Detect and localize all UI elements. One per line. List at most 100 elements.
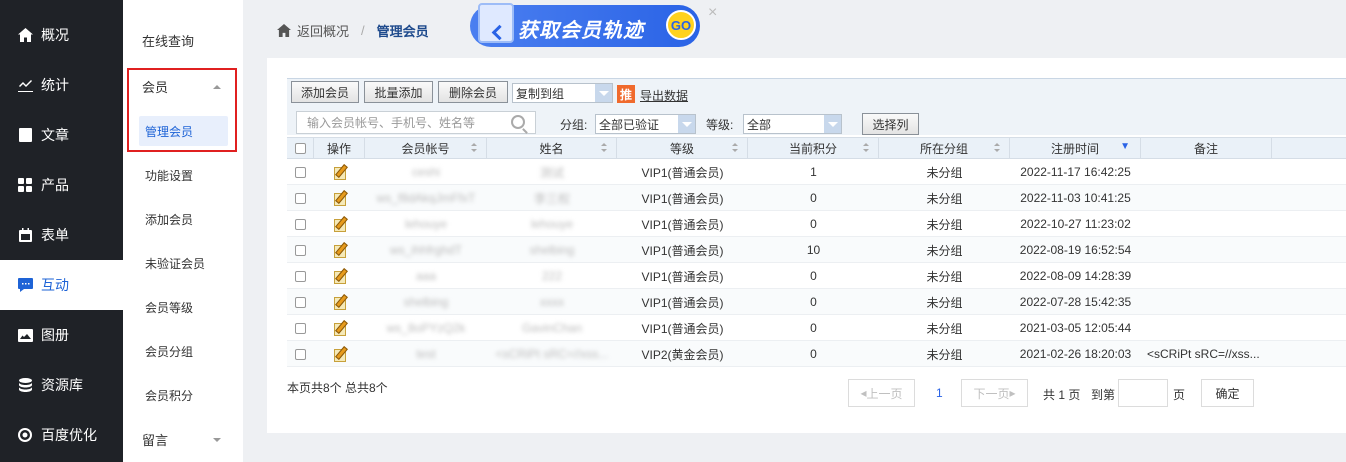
cell-level-text: VIP1(普通会员) [641, 243, 724, 258]
submenu-online-query[interactable]: 在线查询 [123, 25, 243, 55]
banner-text: 获取会员轨迹 [518, 20, 644, 42]
search-icon[interactable] [511, 115, 525, 129]
submenu-item-settings[interactable]: 功能设置 [123, 160, 243, 190]
cell-account-text: test [416, 347, 436, 361]
col-header-reg-time[interactable]: 注册时间 ▼ [1010, 138, 1141, 158]
row-checkbox[interactable] [295, 270, 306, 282]
edit-icon[interactable] [333, 243, 347, 258]
nav-label: 百度优化 [41, 427, 97, 443]
sort-icon [601, 143, 608, 153]
cell-note-text: <sCRiPt sRC=//xss... [1147, 347, 1260, 361]
submenu-item-unverified[interactable]: 未验证会员 [123, 248, 243, 278]
col-header-level[interactable]: 等级 [617, 138, 748, 158]
row-select-cell [287, 289, 314, 315]
promo-banner[interactable]: 获取会员轨迹 GO [470, 3, 700, 47]
goto-page-input[interactable] [1118, 379, 1168, 407]
nav-item-album[interactable]: 图册 [0, 310, 123, 360]
select-columns-button[interactable]: 选择列 [862, 113, 919, 135]
batch-add-button[interactable]: 批量添加 [364, 81, 433, 103]
cell-name: xxxx [487, 289, 617, 315]
next-page-button[interactable]: 下一页 ▸ [961, 379, 1028, 407]
col-header-account[interactable]: 会员帐号 [365, 138, 487, 158]
submenu-group-label: 留言 [142, 432, 169, 448]
nav-item-forms[interactable]: 表单 [0, 210, 123, 260]
cell-account: ws_f8dAkqJmFfxT [365, 185, 487, 211]
submenu-item-groups[interactable]: 会员分组 [123, 336, 243, 366]
row-action-cell [314, 237, 365, 263]
confirm-button[interactable]: 确定 [1201, 379, 1254, 407]
row-checkbox[interactable] [295, 192, 306, 204]
cell-note [1141, 185, 1272, 211]
banner-go-button[interactable]: GO [666, 10, 696, 40]
sort-icon [471, 143, 478, 153]
nav-item-overview[interactable]: 概况 [0, 10, 123, 60]
col-header-name[interactable]: 姓名 [487, 138, 617, 158]
edit-icon[interactable] [333, 165, 347, 180]
submenu-message-group[interactable]: 留言 [123, 424, 243, 454]
edit-icon[interactable] [333, 191, 347, 206]
submenu-item-add-member[interactable]: 添加会员 [123, 204, 243, 234]
nav-item-articles[interactable]: 文章 [0, 110, 123, 160]
row-checkbox[interactable] [295, 244, 306, 256]
cell-points: 0 [748, 341, 879, 367]
nav-item-resources[interactable]: 资源库 [0, 360, 123, 410]
delete-member-button[interactable]: 删除会员 [438, 81, 508, 103]
cell-group-text: 未分组 [926, 295, 963, 310]
cell-note [1141, 315, 1272, 341]
row-checkbox[interactable] [295, 166, 306, 178]
breadcrumb-back-link[interactable]: 返回概况 [297, 21, 349, 40]
level-filter-select[interactable]: 全部 [743, 114, 842, 134]
col-header-points[interactable]: 当前积分 [748, 138, 879, 158]
nav-label: 文章 [41, 127, 69, 143]
row-checkbox[interactable] [295, 322, 306, 334]
select-all-checkbox[interactable] [294, 142, 306, 154]
cell-points-text: 0 [810, 191, 817, 205]
cell-note [1141, 211, 1272, 237]
cell-account-text: ws_ihhfrghdT [389, 243, 463, 257]
copy-to-group-select[interactable]: 复制到组 [512, 83, 613, 103]
row-checkbox[interactable] [295, 218, 306, 230]
cell-level: VIP1(普通会员) [617, 211, 748, 237]
row-checkbox[interactable] [295, 348, 306, 360]
grid-icon [17, 177, 33, 193]
add-member-button[interactable]: 添加会员 [291, 81, 359, 103]
group-filter-select[interactable]: 全部已验证 [595, 114, 696, 134]
cell-name-text: GavinChan [521, 321, 583, 335]
select-value: 全部已验证 [599, 117, 660, 132]
cell-group: 未分组 [879, 289, 1010, 315]
cell-level-text: VIP1(普通会员) [641, 269, 724, 284]
row-checkbox[interactable] [295, 296, 306, 308]
edit-icon[interactable] [333, 321, 347, 336]
prev-page-button[interactable]: ◂ 上一页 [848, 379, 915, 407]
nav-item-seo[interactable]: 百度优化 [0, 410, 123, 460]
close-icon[interactable]: × [708, 4, 717, 22]
col-header-group[interactable]: 所在分组 [879, 138, 1010, 158]
cell-level: VIP1(普通会员) [617, 315, 748, 341]
table-row: lehouye lehouye VIP1(普通会员) 0 未分组 2022-10-27 1… [287, 211, 1346, 237]
edit-icon[interactable] [333, 347, 347, 362]
cell-level-text: VIP1(普通会员) [641, 321, 724, 336]
nav-item-products[interactable]: 产品 [0, 160, 123, 210]
cell-group-text: 未分组 [926, 191, 963, 206]
submenu-item-points[interactable]: 会员积分 [123, 380, 243, 410]
edit-icon[interactable] [333, 217, 347, 232]
submenu-item-levels[interactable]: 会员等级 [123, 292, 243, 322]
export-data-link[interactable]: 导出数据 [640, 87, 688, 104]
row-action-cell [314, 159, 365, 185]
edit-icon[interactable] [333, 269, 347, 284]
cell-level-text: VIP1(普通会员) [641, 217, 724, 232]
search-placeholder: 输入会员帐号、手机号、姓名等 [307, 116, 476, 130]
page-summary: 本页共8个 总共8个 [287, 381, 388, 395]
cell-note [1141, 237, 1272, 263]
search-input[interactable]: 输入会员帐号、手机号、姓名等 [296, 111, 536, 134]
page-number[interactable]: 1 [936, 386, 943, 400]
nav-item-stats[interactable]: 统计 [0, 60, 123, 110]
breadcrumb: 返回概况 / 管理会员 [277, 20, 429, 40]
nav-item-interaction[interactable]: 互动 [0, 260, 123, 310]
cell-points: 0 [748, 185, 879, 211]
page-unit-label: 页 [1173, 388, 1186, 402]
edit-icon[interactable] [333, 295, 347, 310]
chevron-down-icon [595, 84, 612, 102]
cell-points: 0 [748, 211, 879, 237]
cell-name: lehouye [487, 211, 617, 237]
